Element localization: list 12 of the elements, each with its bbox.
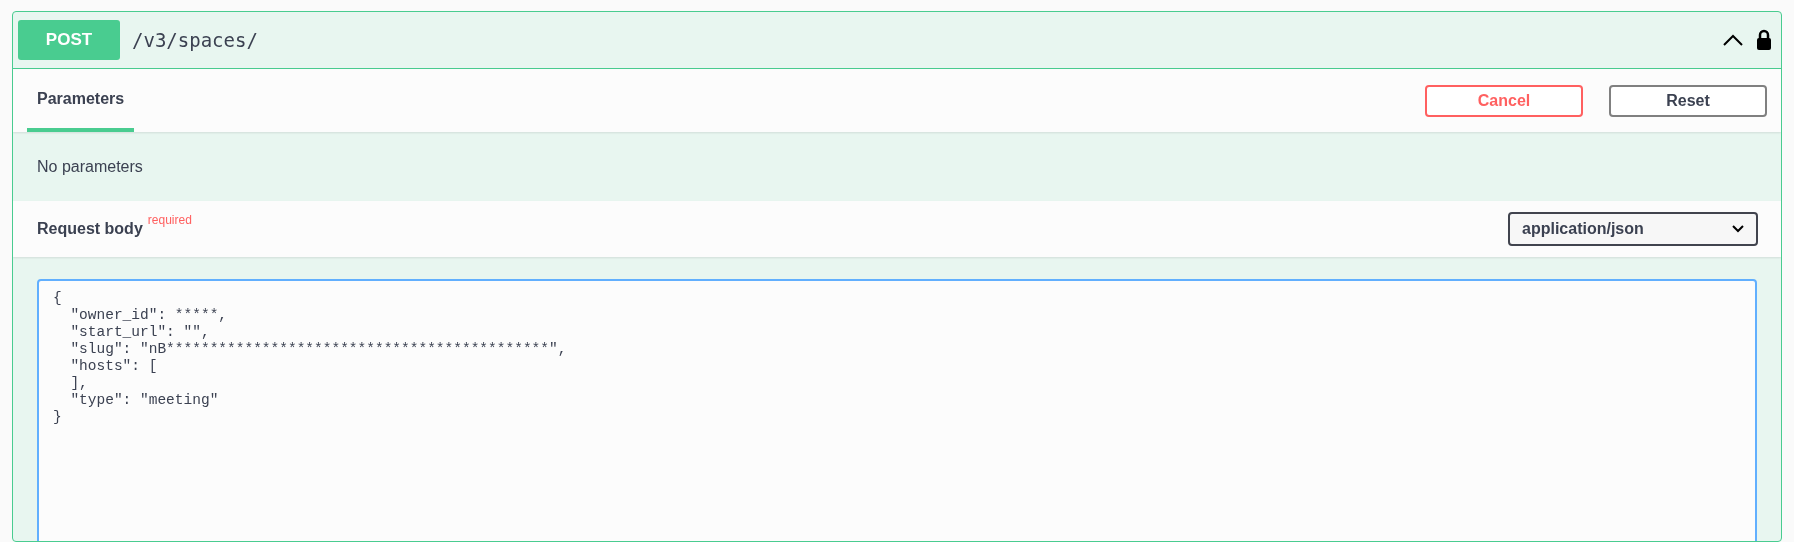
request-body-editor[interactable]: { "owner_id": *****, "start_url": "", "slug": "nB********************************************", "hosts": [ ], "type": "meeting" } [37,279,1757,541]
reset-button[interactable]: Reset [1609,84,1767,117]
chevron-down-icon [1732,225,1744,233]
section-title: Request body [37,219,143,239]
chevron-up-icon[interactable] [1722,33,1744,47]
endpoint-path: /v3/spaces/ [132,27,258,53]
method-badge: POST [18,20,120,60]
content-type-select[interactable]: application/json [1508,212,1758,246]
lock-icon[interactable] [1756,29,1772,51]
required-label: required [147,213,192,227]
empty-message: No parameters [37,156,143,177]
parameters-tab[interactable]: Parameters [27,69,135,132]
